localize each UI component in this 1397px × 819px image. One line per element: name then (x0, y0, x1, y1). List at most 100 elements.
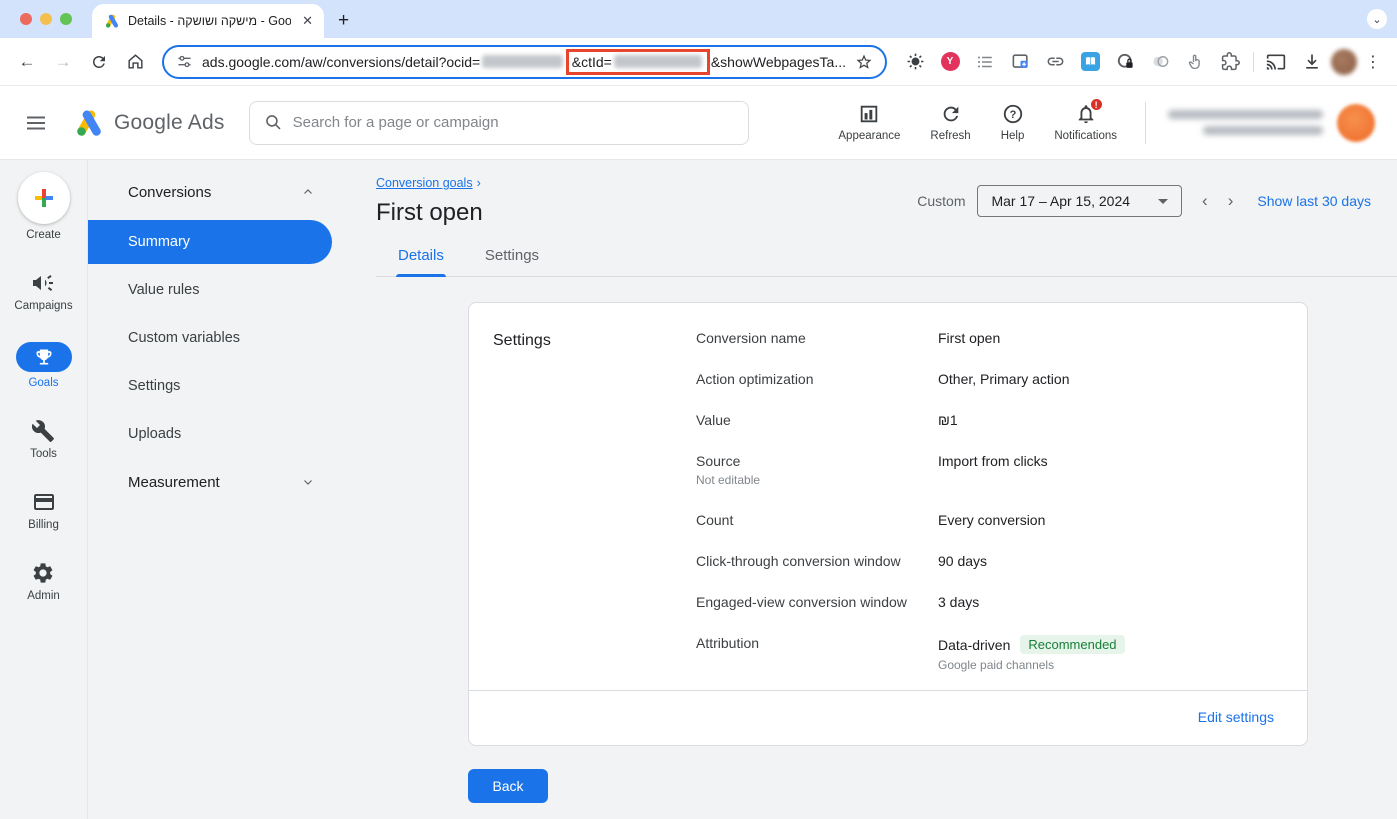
breadcrumb-link[interactable]: Conversion goals (376, 176, 473, 190)
redacted-ctid-value (614, 55, 702, 68)
new-tab-extension-icon[interactable] (1010, 52, 1030, 72)
browser-toolbar: ← → ads.google.com/aw/conversions/detail… (0, 38, 1397, 86)
download-icon[interactable] (1295, 45, 1329, 79)
link-extension-icon[interactable] (1045, 52, 1065, 72)
refresh-label: Refresh (930, 130, 970, 142)
goals-active-pill (16, 342, 72, 372)
header-actions: Appearance Refresh ? Help ! Notification… (838, 103, 1117, 142)
rail-item-tools[interactable]: Tools (30, 419, 57, 460)
sidenav-section-conversions[interactable]: Conversions (88, 172, 360, 212)
zoom-window-button[interactable] (60, 13, 72, 25)
create-plus-icon[interactable] (18, 172, 70, 224)
row-label: Conversion name (696, 330, 938, 346)
rail-item-create[interactable]: Create (18, 172, 70, 241)
site-settings-icon[interactable] (176, 53, 193, 70)
google-ads-logo-icon (74, 108, 104, 138)
help-icon: ? (1002, 103, 1024, 125)
rail-item-admin[interactable]: Admin (27, 561, 60, 602)
tab-title: Details - מישקה ושושקה - Goo (128, 14, 291, 28)
account-info[interactable] (1168, 104, 1375, 142)
circles-extension-icon[interactable] (1150, 52, 1170, 72)
google-ads-favicon (104, 13, 120, 29)
svg-text:?: ? (1009, 109, 1016, 121)
notification-badge: ! (1089, 97, 1104, 112)
new-tab-button[interactable]: + (338, 11, 349, 30)
close-window-button[interactable] (20, 13, 32, 25)
date-range-dropdown[interactable]: Mar 17 – Apr 15, 2024 (977, 185, 1182, 217)
tab-close-icon[interactable]: ✕ (299, 13, 316, 29)
card-footer: Edit settings (469, 690, 1307, 745)
tab-details[interactable]: Details (396, 240, 446, 276)
refresh-icon (940, 103, 962, 125)
hand-extension-icon[interactable] (1185, 52, 1205, 72)
row-label: Click-through conversion window (696, 553, 938, 569)
row-value: 90 days (938, 553, 1283, 569)
minimize-window-button[interactable] (40, 13, 52, 25)
chevron-down-icon (302, 476, 314, 488)
settings-card: Settings Conversion name First open Acti… (468, 302, 1308, 746)
sun-extension-icon[interactable] (905, 52, 925, 72)
hamburger-menu-icon[interactable] (24, 111, 48, 135)
browser-tab[interactable]: Details - מישקה ושושקה - Goo ✕ (92, 4, 324, 38)
sidenav-item-summary[interactable]: Summary (88, 220, 332, 264)
rail-label-billing: Billing (28, 519, 59, 531)
extensions-puzzle-icon[interactable] (1220, 52, 1240, 72)
rail-label-tools: Tools (30, 448, 57, 460)
rail-label-create: Create (26, 229, 61, 241)
back-button[interactable]: Back (468, 769, 548, 803)
row-click-through-window: Click-through conversion window 90 days (696, 553, 1283, 569)
row-value: Other, Primary action (938, 371, 1283, 387)
forward-icon[interactable]: → (46, 45, 80, 79)
next-range-icon[interactable]: › (1218, 191, 1244, 211)
rail-item-billing[interactable]: Billing (28, 490, 59, 531)
bookmark-star-icon[interactable] (855, 53, 873, 71)
address-bar[interactable]: ads.google.com/aw/conversions/detail?oci… (162, 45, 887, 79)
help-button[interactable]: ? Help (1001, 103, 1025, 142)
rail-item-goals[interactable]: Goals (16, 342, 72, 389)
sidenav-item-custom-variables[interactable]: Custom variables (88, 316, 332, 360)
account-avatar[interactable] (1337, 104, 1375, 142)
measurement-section-label: Measurement (128, 474, 220, 491)
notifications-button[interactable]: ! Notifications (1054, 103, 1117, 142)
row-value: Every conversion (938, 512, 1283, 528)
list-extension-icon[interactable] (975, 52, 995, 72)
tab-search-chevron-icon[interactable]: ⌄ (1367, 9, 1387, 29)
previous-range-icon[interactable]: ‹ (1192, 191, 1218, 211)
google-ads-logo: Google Ads (74, 108, 225, 138)
global-search[interactable] (249, 101, 749, 145)
row-label: Engaged-view conversion window (696, 594, 938, 610)
rail-label-campaigns: Campaigns (14, 300, 72, 312)
row-count: Count Every conversion (696, 512, 1283, 528)
browser-profile-avatar[interactable] (1331, 49, 1357, 75)
blue-book-extension-icon[interactable] (1080, 52, 1100, 72)
sidenav-item-value-rules[interactable]: Value rules (88, 268, 332, 312)
dropdown-caret-icon (1158, 199, 1168, 204)
search-input[interactable] (293, 114, 734, 131)
redacted-ocid-value (482, 55, 563, 68)
red-badge-extension-icon[interactable]: Y (940, 52, 960, 72)
sidenav-item-settings[interactable]: Settings (88, 364, 332, 408)
clock-lock-extension-icon[interactable] (1115, 52, 1135, 72)
show-last-30-days-link[interactable]: Show last 30 days (1257, 193, 1371, 209)
toolbar-separator (1253, 52, 1254, 72)
sidenav-section-measurement[interactable]: Measurement (88, 462, 360, 502)
row-sublabel: Not editable (696, 473, 938, 487)
appearance-button[interactable]: Appearance (838, 103, 900, 142)
back-icon[interactable]: ← (10, 45, 44, 79)
url-prefix: ads.google.com/aw/conversions/detail?oci… (202, 54, 480, 70)
cast-icon[interactable] (1259, 45, 1293, 79)
rail-item-campaigns[interactable]: Campaigns (14, 271, 72, 312)
url-text[interactable]: ads.google.com/aw/conversions/detail?oci… (202, 49, 846, 75)
home-icon[interactable] (118, 45, 152, 79)
sidenav-item-uploads[interactable]: Uploads (88, 412, 332, 456)
refresh-button[interactable]: Refresh (930, 103, 970, 142)
tab-settings[interactable]: Settings (483, 240, 541, 276)
browser-menu-icon[interactable]: ⋮ (1359, 52, 1387, 72)
url-ctid-param: &ctId= (572, 54, 612, 70)
header-separator (1145, 102, 1146, 144)
reload-icon[interactable] (82, 45, 116, 79)
url-suffix: &showWebpagesTa... (711, 54, 846, 70)
edit-settings-link[interactable]: Edit settings (1198, 709, 1274, 725)
settings-card-body: Settings Conversion name First open Acti… (469, 303, 1307, 690)
admin-gear-icon (31, 561, 55, 585)
